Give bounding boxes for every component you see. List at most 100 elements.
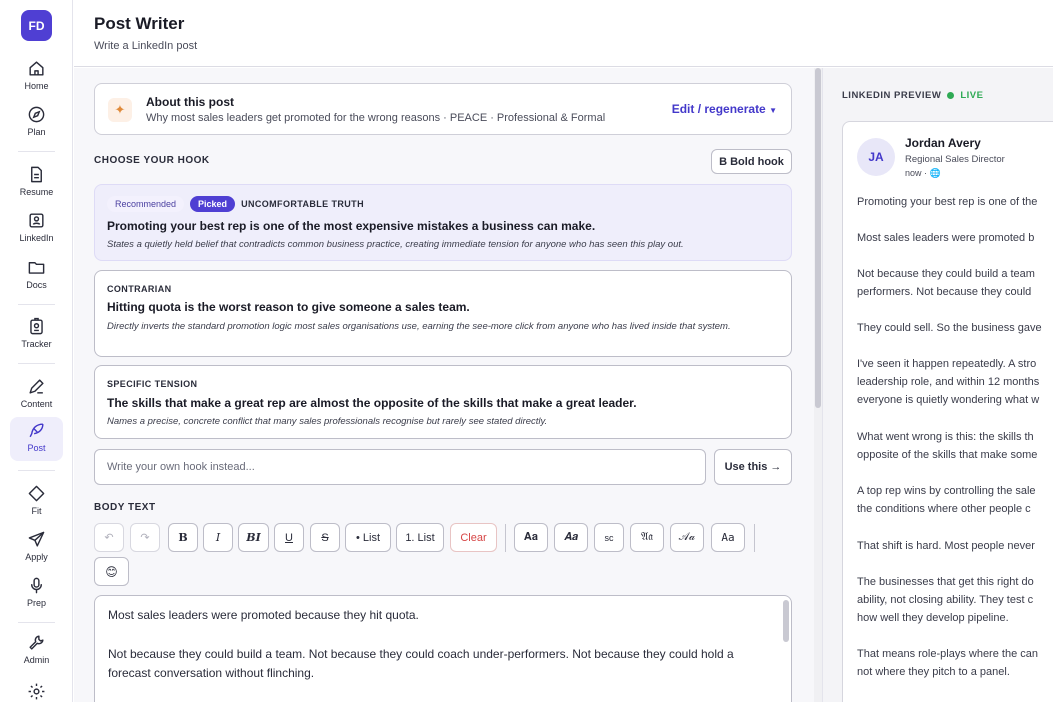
edit-regenerate-button[interactable]: Edit / regenerate ▼ bbox=[672, 102, 777, 116]
preview-line: everyone is quietly wondering what w bbox=[857, 394, 1040, 406]
sidebar: FD Home Plan Resume LinkedIn Docs Tracke… bbox=[0, 0, 73, 702]
sidebar-item-post[interactable]: Post bbox=[10, 417, 63, 461]
use-this-button[interactable]: Use this → bbox=[714, 449, 792, 485]
sidebar-item-label: Content bbox=[20, 399, 53, 409]
sidebar-item-home[interactable]: Home bbox=[10, 55, 63, 99]
sidebar-item-content[interactable]: Content bbox=[10, 373, 63, 417]
clear-format-button[interactable]: Clear bbox=[450, 523, 497, 552]
nav-divider bbox=[18, 470, 55, 471]
hook-description: States a quietly held belief that contra… bbox=[107, 239, 684, 250]
hook-option[interactable]: CONTRARIAN Hitting quota is the worst re… bbox=[94, 270, 792, 357]
editor-panel: ✦ About this post Why most sales leaders… bbox=[74, 68, 822, 702]
serif-bold-font-button[interactable]: 𝐀𝐚 bbox=[514, 523, 548, 552]
hook-section-label: CHOOSE YOUR HOOK bbox=[94, 155, 210, 166]
preview-line: What went wrong is this: the skills th bbox=[857, 431, 1034, 443]
serif-bold-italic-font-button[interactable]: 𝑨𝒂 bbox=[554, 523, 588, 552]
page-title: Post Writer bbox=[94, 14, 185, 33]
bold-button[interactable]: B bbox=[168, 523, 198, 552]
preview-line: not where they pitch to a panel. bbox=[857, 666, 1010, 678]
post-time-label: now · bbox=[905, 168, 928, 178]
nav-divider bbox=[18, 363, 55, 364]
redo-button[interactable]: ↷ bbox=[130, 523, 160, 552]
sidebar-item-plan[interactable]: Plan bbox=[10, 101, 63, 145]
nav-divider bbox=[18, 304, 55, 305]
hook-option[interactable]: SPECIFIC TENSION The skills that make a … bbox=[94, 365, 792, 439]
author-role: Regional Sales Director bbox=[905, 154, 1005, 165]
bold-italic-button[interactable]: BI bbox=[238, 523, 269, 552]
editor-scrollbar[interactable] bbox=[783, 600, 789, 642]
preview-title: LINKEDIN PREVIEW bbox=[842, 90, 942, 101]
avatar[interactable]: FD bbox=[21, 10, 52, 41]
preview-line: ability, not closing ability. They test … bbox=[857, 594, 1034, 606]
sidebar-item-label: Prep bbox=[26, 598, 46, 608]
gear-icon bbox=[28, 683, 45, 700]
send-icon bbox=[28, 531, 45, 547]
preview-line: how well they develop pipeline. bbox=[857, 612, 1009, 624]
pen-icon bbox=[29, 379, 44, 394]
nav-divider bbox=[18, 151, 55, 152]
sidebar-item-settings[interactable] bbox=[10, 680, 63, 702]
id-card-icon bbox=[29, 213, 44, 228]
sidebar-item-apply[interactable]: Apply bbox=[10, 526, 63, 570]
emoji-button[interactable]: 😊 bbox=[94, 557, 129, 586]
hook-option[interactable]: Recommended Picked UNCOMFORTABLE TRUTH P… bbox=[94, 184, 792, 261]
undo-button[interactable]: ↶ bbox=[94, 523, 124, 552]
small-caps-button[interactable]: sc bbox=[594, 523, 624, 552]
nav-divider bbox=[18, 622, 55, 623]
hook-description: Names a precise, concrete conflict that … bbox=[107, 416, 548, 427]
sidebar-item-docs[interactable]: Docs bbox=[10, 254, 63, 298]
compass-icon bbox=[28, 106, 45, 123]
sidebar-item-label: Home bbox=[24, 81, 49, 91]
sparkle-icon: ✦ bbox=[108, 98, 132, 122]
preview-line: Most sales leaders were promoted b bbox=[857, 232, 1035, 244]
quill-icon bbox=[29, 423, 44, 438]
sidebar-item-label: Tracker bbox=[21, 339, 52, 349]
sidebar-item-tracker[interactable]: Tracker bbox=[10, 313, 63, 357]
preview-line: Promoting your best rep is one of the bbox=[857, 196, 1038, 208]
main-scrollbar[interactable] bbox=[814, 68, 822, 702]
script-font-button[interactable]: 𝒜𝒶 bbox=[670, 523, 704, 552]
numbered-list-button[interactable]: 1. List bbox=[396, 523, 444, 552]
sidebar-item-label: Apply bbox=[25, 552, 48, 562]
edit-regenerate-label: Edit / regenerate bbox=[671, 102, 766, 116]
author-name: Jordan Avery bbox=[905, 136, 981, 150]
strikethrough-button[interactable]: S bbox=[310, 523, 340, 552]
sidebar-item-label: Resume bbox=[19, 187, 54, 197]
about-title: About this post bbox=[146, 95, 234, 109]
post-time: now · 🌐 bbox=[905, 168, 941, 179]
preview-line: A top rep wins by controlling the sale bbox=[857, 485, 1036, 497]
scroll-thumb[interactable] bbox=[815, 68, 821, 408]
about-post-card: ✦ About this post Why most sales leaders… bbox=[94, 83, 792, 135]
hook-title: Hitting quota is the worst reason to giv… bbox=[107, 300, 470, 314]
sidebar-item-prep[interactable]: Prep bbox=[10, 572, 63, 616]
toolbar-divider bbox=[754, 524, 755, 552]
sidebar-item-label: Post bbox=[27, 443, 46, 453]
home-icon bbox=[29, 61, 44, 76]
preview-label: LINKEDIN PREVIEW LIVE bbox=[842, 90, 983, 101]
underline-button[interactable]: U bbox=[274, 523, 304, 552]
sidebar-item-linkedin[interactable]: LinkedIn bbox=[10, 207, 63, 251]
about-summary: Why most sales leaders get promoted for … bbox=[146, 112, 606, 124]
preview-card: JA Jordan Avery Regional Sales Director … bbox=[842, 121, 1053, 702]
preview-line: That shift is hard. Most people never bbox=[857, 540, 1035, 552]
recommended-badge: Recommended bbox=[107, 196, 185, 212]
live-indicator-icon bbox=[947, 92, 955, 99]
sidebar-item-label: LinkedIn bbox=[19, 233, 54, 243]
preview-line: The businesses that get this right do bbox=[857, 576, 1034, 588]
fraktur-font-button[interactable]: 𝔄𝔞 bbox=[630, 523, 664, 552]
hook-category: SPECIFIC TENSION bbox=[107, 379, 198, 389]
preview-line: opposite of the skills that make some bbox=[857, 449, 1038, 461]
bullet-list-button[interactable]: • List bbox=[345, 523, 391, 552]
italic-button[interactable]: I bbox=[203, 523, 233, 552]
hook-tags: Recommended Picked UNCOMFORTABLE TRUTH bbox=[107, 196, 364, 212]
sidebar-item-fit[interactable]: Fit bbox=[10, 480, 63, 524]
sans-font-button[interactable]: Aa bbox=[711, 523, 745, 552]
sidebar-item-resume[interactable]: Resume bbox=[10, 161, 63, 205]
body-text-editor[interactable]: Most sales leaders were promoted because… bbox=[94, 595, 792, 702]
own-hook-input[interactable] bbox=[94, 449, 706, 485]
diamond-icon bbox=[28, 485, 45, 502]
body-paragraph: Most sales leaders were promoted because… bbox=[108, 608, 419, 622]
author-avatar: JA bbox=[857, 138, 895, 176]
bold-hook-button[interactable]: B Bold hook bbox=[711, 149, 792, 174]
sidebar-item-admin[interactable]: Admin bbox=[10, 629, 63, 673]
